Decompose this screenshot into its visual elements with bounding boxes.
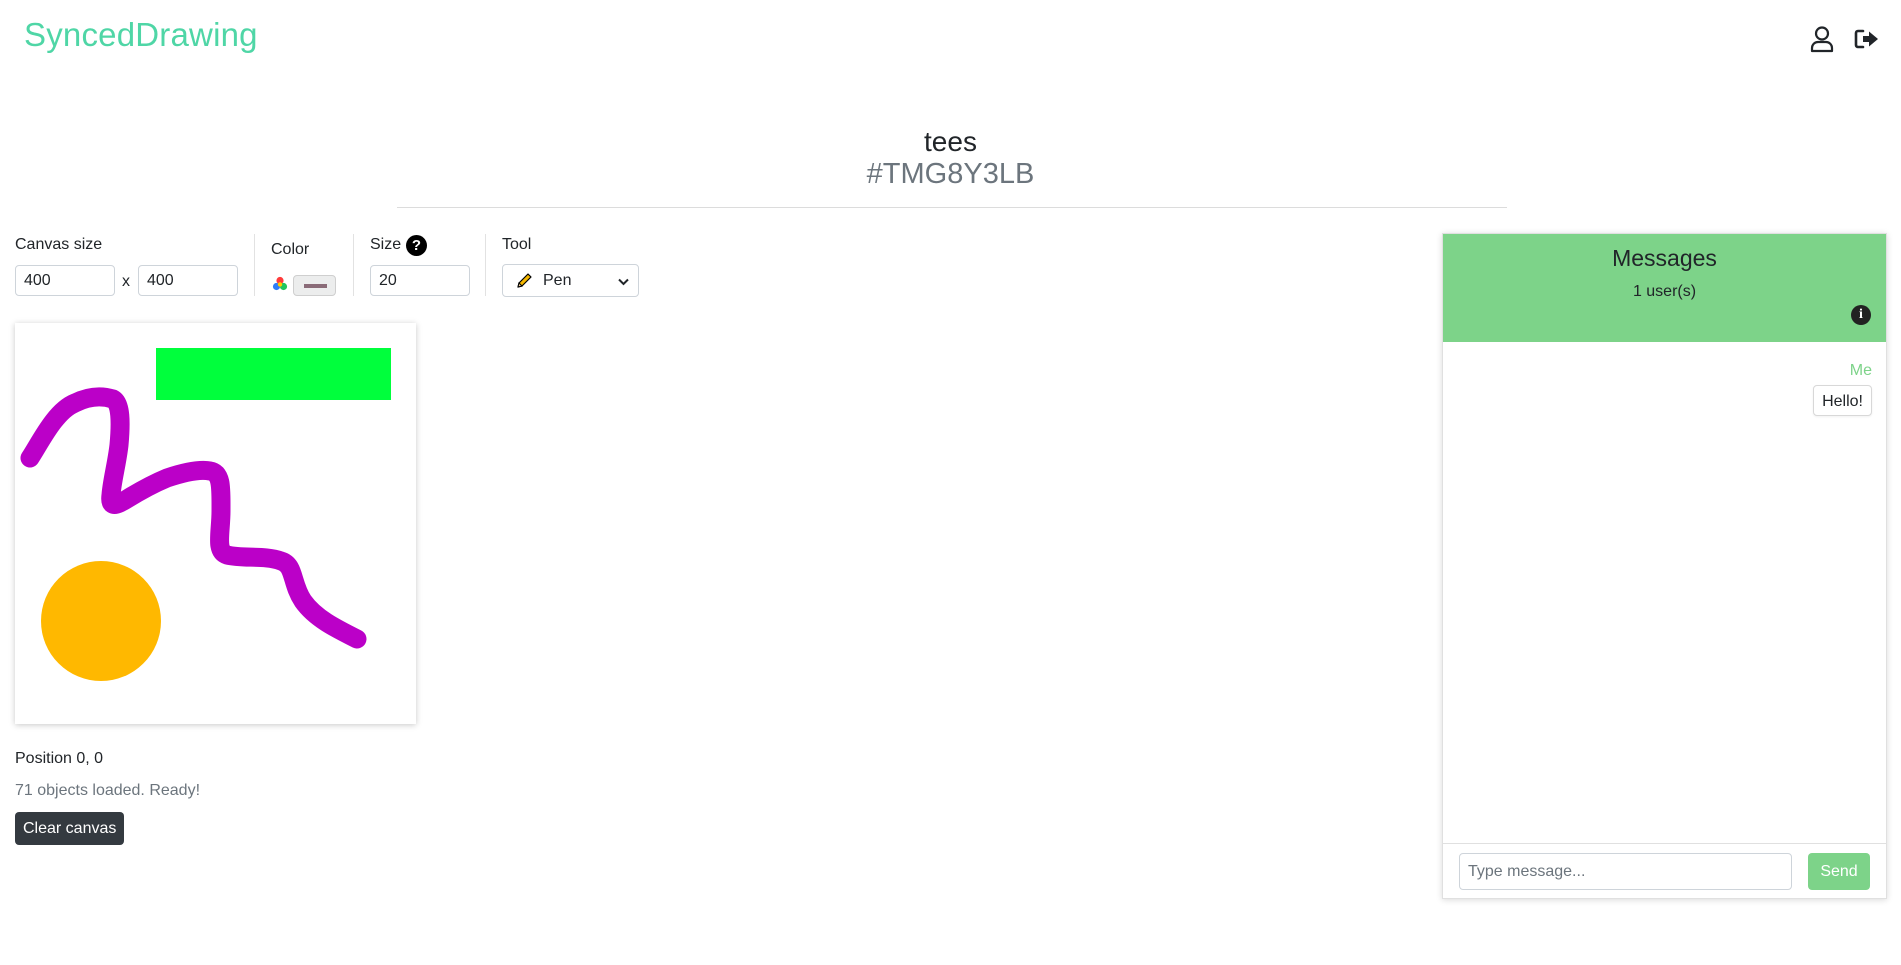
- color-palette-icon[interactable]: [272, 276, 288, 292]
- message-bubble: Hello!: [1813, 385, 1872, 416]
- brand-logo[interactable]: SyncedDrawing: [24, 16, 258, 54]
- tool-label: Tool: [502, 236, 532, 253]
- user-icon[interactable]: [1807, 24, 1837, 54]
- sign-out-icon[interactable]: [1852, 24, 1882, 54]
- separator: [254, 234, 255, 296]
- chevron-down-icon: [618, 278, 629, 286]
- canvas-size-label: Canvas size: [15, 236, 103, 253]
- tool-select-value: Pen: [543, 272, 572, 289]
- canvas-width-input[interactable]: [15, 265, 115, 296]
- room-name: tees: [924, 126, 977, 157]
- user-count: 1 user(s): [1632, 283, 1697, 300]
- separator: [485, 234, 486, 296]
- pencil-icon: [517, 273, 532, 288]
- brush-size-input[interactable]: [370, 265, 470, 296]
- message-input[interactable]: [1459, 853, 1792, 890]
- send-button[interactable]: Send: [1808, 853, 1870, 890]
- canvas-height-input[interactable]: [138, 265, 238, 296]
- room-code: #TMG8Y3LB: [866, 158, 1035, 190]
- current-color-swatch: [304, 284, 327, 288]
- drawing-canvas[interactable]: [15, 323, 416, 724]
- chat-title: Messages: [1612, 245, 1717, 271]
- size-times-sign: x: [122, 273, 130, 290]
- separator: [353, 234, 354, 296]
- cursor-position: Position 0, 0: [15, 750, 104, 767]
- chat-header: Messages 1 user(s) i: [1443, 234, 1886, 342]
- chat-panel: Messages 1 user(s) i Me Hello! Send: [1442, 233, 1887, 899]
- load-status: 71 objects loaded. Ready!: [15, 782, 201, 799]
- color-swatch-button[interactable]: [293, 275, 336, 296]
- canvas-circle: [41, 561, 161, 681]
- chat-footer-divider: [1443, 843, 1886, 844]
- message-sender: Me: [1849, 362, 1872, 379]
- info-icon[interactable]: i: [1851, 305, 1871, 325]
- color-label: Color: [271, 241, 310, 258]
- tool-select[interactable]: Pen: [502, 264, 639, 297]
- canvas-rectangle: [156, 348, 391, 400]
- title-divider: [397, 207, 1507, 208]
- size-label: Size: [370, 236, 402, 253]
- clear-canvas-button[interactable]: Clear canvas: [15, 812, 125, 845]
- help-icon[interactable]: ?: [406, 235, 427, 256]
